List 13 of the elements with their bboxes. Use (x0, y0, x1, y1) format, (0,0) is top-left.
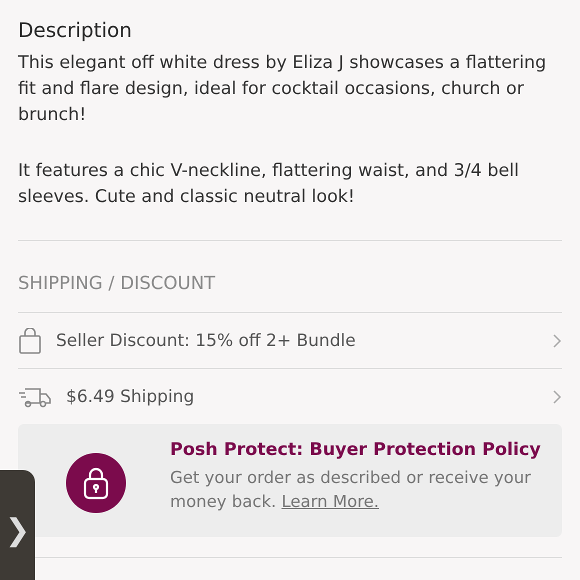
section-title: Description (18, 18, 133, 42)
protection-text: Get your order as described or receive your money back. Learn More. (170, 467, 532, 513)
learn-more-link[interactable]: Learn More. (282, 492, 380, 511)
protection-title: Posh Protect: Buyer Protection Policy (170, 440, 542, 460)
shipping-option[interactable]: $6.49 Shipping (66, 386, 553, 406)
shipping-option[interactable]: Seller Discount: 15% off 2+ Bundle (56, 330, 553, 350)
description-text: It features a chic V-neckline, flattering waist, and 3/4 bell sleeves. Cute and classic neutral look! (18, 160, 520, 209)
shopping-bag-icon (18, 328, 42, 354)
side-tab-button[interactable]: ❯ (0, 470, 35, 580)
description-text: This elegant off white dress by Eliza J showcases a flattering fit and flare design, ideal for cocktail occasions, church or brunch! (18, 52, 548, 127)
section-heading: SHIPPING / DISCOUNT (18, 272, 216, 296)
chevron-right-icon (553, 334, 562, 348)
chevron-right-icon (553, 390, 562, 404)
